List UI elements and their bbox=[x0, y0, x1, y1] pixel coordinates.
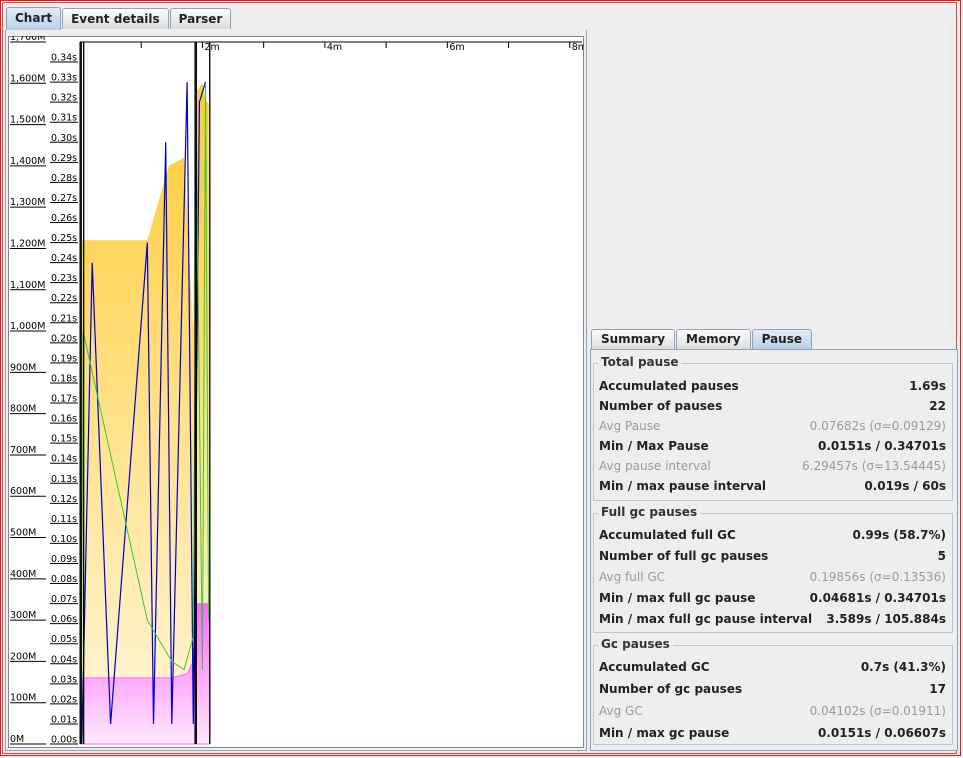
pause-tick-label: 0.33s bbox=[51, 73, 77, 84]
tab-summary[interactable]: Summary bbox=[591, 329, 676, 349]
pause-tick-label: 0.28s bbox=[51, 173, 77, 184]
memory-tick-label: 1,400M bbox=[10, 156, 45, 167]
pause-tick-label: 0.15s bbox=[51, 434, 77, 445]
stat-row: Avg full GC 0.19856s (σ=0.13536) bbox=[599, 570, 946, 584]
memory-tick-label: 1,200M bbox=[10, 238, 45, 249]
pause-tick-label: 0.21s bbox=[51, 313, 77, 324]
tab-event-details[interactable]: Event details bbox=[62, 8, 169, 29]
tab-chart[interactable]: Chart bbox=[6, 7, 62, 30]
main-tab-bar: Chart Event details Parser bbox=[6, 7, 232, 30]
pause-tick-label: 0.26s bbox=[51, 213, 77, 224]
stat-row: Number of full gc pauses 5 bbox=[599, 549, 946, 563]
memory-tick-label: 500M bbox=[10, 528, 36, 539]
pause-tick-label: 0.00s bbox=[51, 735, 77, 746]
pause-tick-label: 0.08s bbox=[51, 574, 77, 585]
pause-tick-label: 0.27s bbox=[51, 193, 77, 204]
memory-tick-label: 900M bbox=[10, 362, 36, 373]
stat-row: Min / max pause interval 0.019s / 60s bbox=[599, 479, 946, 493]
stat-row: Min / max full gc pause interval 3.589s /… bbox=[599, 612, 946, 626]
memory-tick-label: 700M bbox=[10, 445, 36, 456]
pause-tick-label: 0.13s bbox=[51, 474, 77, 485]
pause-tick-label: 0.12s bbox=[51, 494, 77, 505]
time-tick-label: 6m bbox=[449, 42, 464, 53]
pause-tick-label: 0.25s bbox=[51, 233, 77, 244]
full-gc-group: Full gc pauses Accumulated full GC 0.99s … bbox=[593, 505, 953, 633]
memory-tick-label: 0M bbox=[10, 734, 24, 745]
pause-tick-label: 0.32s bbox=[51, 93, 77, 104]
group-title: Gc pauses bbox=[598, 637, 673, 651]
time-tick-label: 2m bbox=[204, 42, 219, 53]
pause-tick-label: 0.04s bbox=[51, 654, 77, 665]
time-tick-label: 8m bbox=[572, 42, 584, 53]
memory-tick-label: 800M bbox=[10, 404, 36, 415]
pause-tick-label: 0.02s bbox=[51, 694, 77, 705]
total-pause-group: Total pause Accumulated pauses 1.69s Numb… bbox=[593, 355, 953, 501]
pause-tick-label: 0.34s bbox=[51, 53, 77, 64]
stat-row: Min / Max Pause 0.0151s / 0.34701s bbox=[599, 439, 946, 453]
memory-tick-label: 1,100M bbox=[10, 280, 45, 291]
pause-tick-label: 0.07s bbox=[51, 594, 77, 605]
memory-tick-label: 1,700M bbox=[10, 36, 45, 43]
memory-tick-label: 1,600M bbox=[10, 73, 45, 84]
memory-tick-label: 300M bbox=[10, 610, 36, 621]
tab-pause[interactable]: Pause bbox=[751, 329, 813, 349]
memory-tick-label: 1,300M bbox=[10, 197, 45, 208]
pause-tick-label: 0.03s bbox=[51, 674, 77, 685]
stat-row: Accumulated pauses 1.69s bbox=[599, 379, 946, 393]
pause-tick-label: 0.31s bbox=[51, 113, 77, 124]
memory-tick-label: 1,000M bbox=[10, 321, 45, 332]
memory-tick-label: 400M bbox=[10, 569, 36, 580]
stat-row: Avg Pause 0.07682s (σ=0.09129) bbox=[599, 419, 946, 433]
stat-row: Avg pause interval 6.29457s (σ=13.54445) bbox=[599, 459, 946, 473]
gc-chart[interactable]: 0M 100M 200M 300M 400M 500M 600M 700M 800M 900M 1,… bbox=[8, 36, 584, 748]
pause-tick-label: 0.11s bbox=[51, 514, 77, 525]
pause-tick-label: 0.22s bbox=[51, 293, 77, 304]
group-title: Total pause bbox=[598, 355, 682, 369]
pause-tick-label: 0.06s bbox=[51, 614, 77, 625]
pause-tick-label: 0.01s bbox=[51, 714, 77, 725]
pause-tick-label: 0.18s bbox=[51, 373, 77, 384]
pause-tick-label: 0.14s bbox=[51, 454, 77, 465]
pause-tick-label: 0.24s bbox=[51, 253, 77, 264]
pause-tick-label: 0.23s bbox=[51, 273, 77, 284]
stat-row: Number of gc pauses 17 bbox=[599, 682, 946, 696]
pause-tick-label: 0.05s bbox=[51, 634, 77, 645]
stat-row: Accumulated GC 0.7s (41.3%) bbox=[599, 660, 946, 674]
stat-row: Avg GC 0.04102s (σ=0.01911) bbox=[599, 704, 946, 718]
pause-tick-label: 0.20s bbox=[51, 333, 77, 344]
time-tick-label: 4m bbox=[327, 42, 342, 53]
memory-tick-label: 100M bbox=[10, 693, 36, 704]
stat-row: Min / max gc pause 0.0151s / 0.06607s bbox=[599, 726, 946, 740]
pause-tick-label: 0.17s bbox=[51, 394, 77, 405]
pause-tick-label: 0.30s bbox=[51, 133, 77, 144]
pause-tick-label: 0.16s bbox=[51, 414, 77, 425]
memory-tick-label: 200M bbox=[10, 651, 36, 662]
gc-pauses-group: Gc pauses Accumulated GC 0.7s (41.3%) Num… bbox=[593, 637, 953, 745]
stat-row: Min / max full gc pause 0.04681s / 0.3470… bbox=[599, 591, 946, 605]
pause-tick-label: 0.29s bbox=[51, 153, 77, 164]
pause-tick-label: 0.19s bbox=[51, 353, 77, 364]
stat-row: Accumulated full GC 0.99s (58.7%) bbox=[599, 528, 946, 542]
stat-row: Number of pauses 22 bbox=[599, 399, 946, 413]
pause-tick-label: 0.10s bbox=[51, 534, 77, 545]
memory-tick-label: 1,500M bbox=[10, 115, 45, 126]
tab-parser[interactable]: Parser bbox=[169, 8, 232, 29]
group-title: Full gc pauses bbox=[598, 505, 701, 519]
stats-tab-bar: Summary Memory Pause bbox=[591, 329, 813, 350]
tab-memory[interactable]: Memory bbox=[676, 329, 751, 349]
memory-tick-label: 600M bbox=[10, 486, 36, 497]
pause-tick-label: 0.09s bbox=[51, 554, 77, 565]
